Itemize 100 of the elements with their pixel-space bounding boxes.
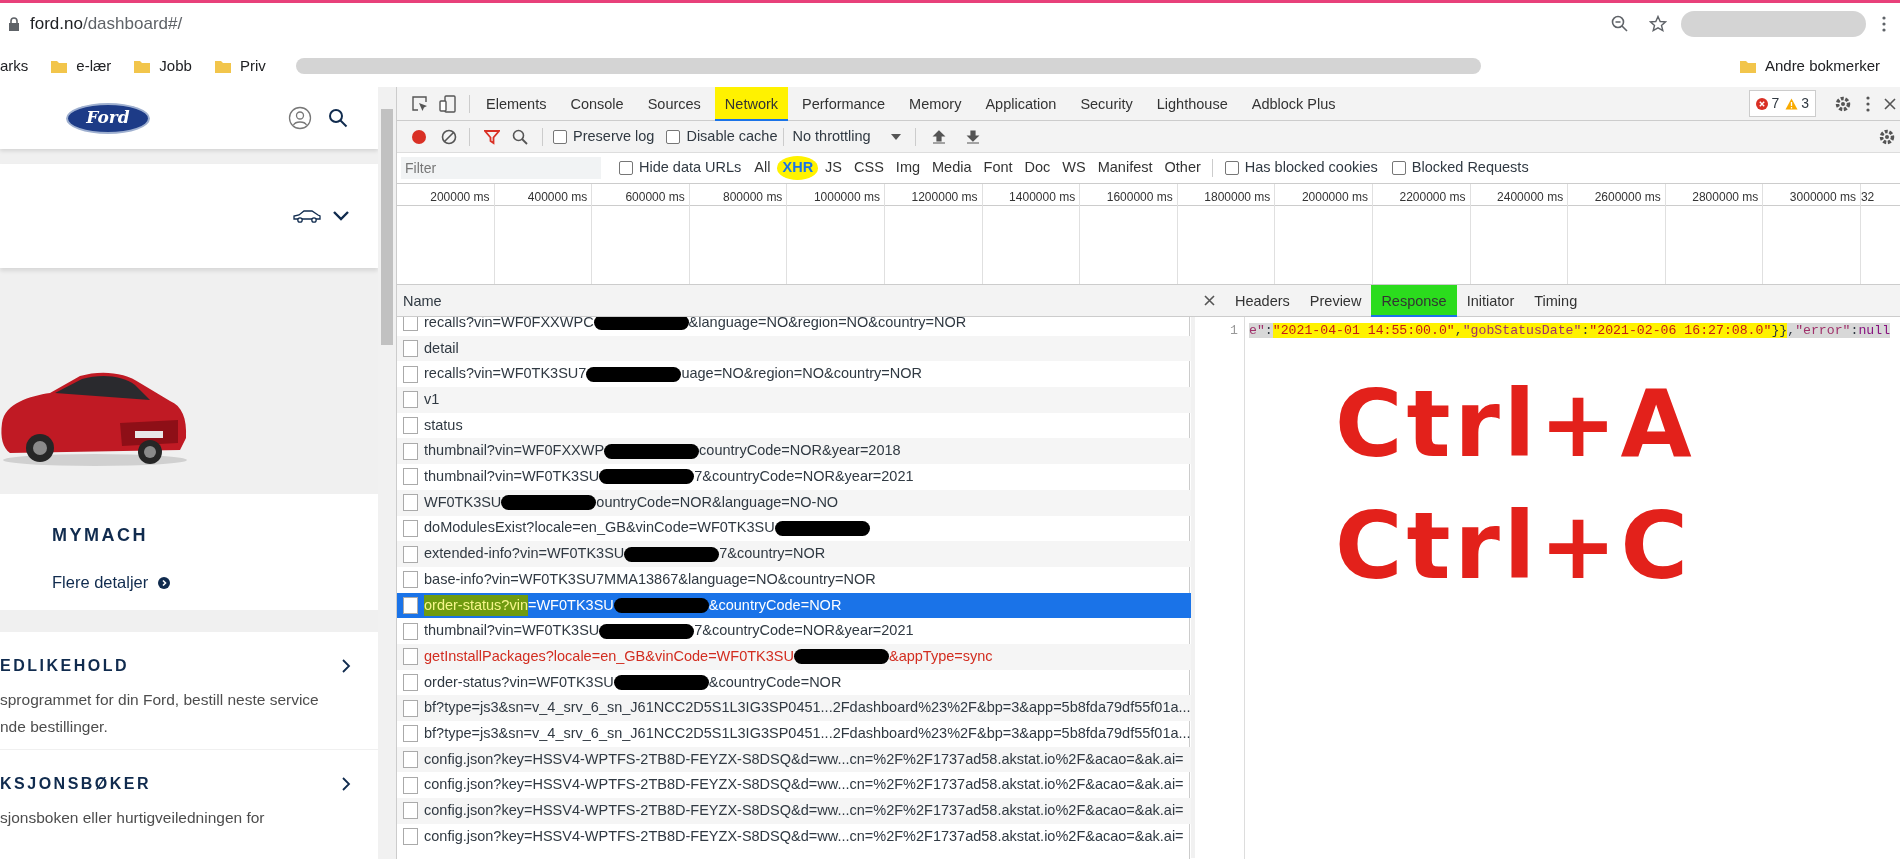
lock-icon: [8, 16, 20, 32]
request-name: bf?type=js3&sn=v_4_srv_6_sn_J61NCC2D5S1L3IG3SP0451...2Fdashboard%23%2F&bp=3&app=5b8fda79df55f01a...: [424, 723, 1191, 743]
detail-tab[interactable]: Timing: [1524, 284, 1588, 317]
inspect-icon[interactable]: [411, 94, 429, 113]
checkbox[interactable]: [553, 129, 567, 144]
devtools-tab[interactable]: Elements: [476, 86, 557, 121]
detail-tab[interactable]: Initiator: [1456, 284, 1525, 317]
request-row[interactable]: status: [397, 412, 1191, 439]
tick-label: 2200000 ms: [1399, 190, 1466, 204]
checkbox[interactable]: [1391, 161, 1406, 175]
tick-label: 32: [1860, 190, 1875, 204]
kebab-menu-icon[interactable]: [1882, 16, 1886, 32]
detail-tab[interactable]: Preview: [1299, 284, 1372, 317]
filter-type[interactable]: JS: [820, 156, 848, 180]
filter-icon[interactable]: [484, 128, 500, 145]
request-name: config.json?key=HSSV4-WPTFS-2TB8D-FEYZX-S8DSQ&d=ww...cn=%2F%2F1737ad58.akstat.io%2F&acao=&ak.ai=: [424, 801, 1184, 821]
request-name: order-status?vin: [424, 594, 528, 617]
request-row[interactable]: v1: [397, 387, 1191, 413]
star-icon[interactable]: [1649, 15, 1667, 33]
zoom-icon[interactable]: [1611, 15, 1629, 33]
tick-label: 1000000 ms: [813, 190, 880, 204]
settings-icon[interactable]: [1878, 127, 1896, 146]
scrollbar-thumb[interactable]: [381, 109, 393, 345]
upload-icon[interactable]: [931, 128, 946, 145]
filter-type[interactable]: XHR: [777, 156, 819, 180]
request-row[interactable]: getInstallPackages?locale=en_GB&vinCode=WF0TK3SU &appType=sync: [397, 643, 1191, 670]
request-row[interactable]: config.json?key=HSSV4-WPTFS-2TB8D-FEYZX-S8DSQ&d=ww...cn=%2F%2F1737ad58.akstat.io%2F&acao=&ak.ai=: [397, 823, 1191, 850]
issues-counter[interactable]: 7 3: [1749, 90, 1816, 117]
request-row[interactable]: bf?type=js3&sn=v_4_srv_6_sn_J61NCC2D5S1L3IG3SP0451...2Fdashboard%23%2F&bp=3&app=5b8fda79df55f01a...: [397, 695, 1191, 721]
devtools-tab[interactable]: Security: [1070, 86, 1143, 121]
folder-icon: [1738, 58, 1757, 74]
request-row[interactable]: order-status?vin=WF0TK3SU &countryCode=NOR: [397, 669, 1191, 696]
code-line: e":"2021-04-01 14:55:00.0","gobStatusDate":"2021-02-06 16:27:08.0"}},"error":null: [1248, 323, 1891, 338]
request-row[interactable]: base-info?vin=WF0TK3SU7MMA13867&language=NO&country=NOR: [397, 566, 1191, 593]
request-row[interactable]: config.json?key=HSSV4-WPTFS-2TB8D-FEYZX-S8DSQ&d=ww...cn=%2F%2F1737ad58.akstat.io%2F&acao=&ak.ai=: [397, 798, 1191, 824]
request-row[interactable]: thumbnail?vin=WF0TK3SU 7&countryCode=NOR&year=2021: [397, 464, 1191, 490]
devtools-tab[interactable]: Memory: [899, 86, 972, 121]
kebab-menu-icon[interactable]: [1866, 95, 1870, 112]
settings-icon[interactable]: [1834, 94, 1852, 113]
checkbox[interactable]: [666, 129, 681, 144]
filter-type[interactable]: Manifest: [1092, 156, 1158, 180]
request-row[interactable]: bf?type=js3&sn=v_4_srv_6_sn_J61NCC2D5S1L3IG3SP0451...2Fdashboard%23%2F&bp=3&app=5b8fda79df55f01a...: [397, 721, 1191, 747]
bookmark[interactable]: Priv: [239, 54, 266, 78]
detail-tab[interactable]: Response: [1371, 284, 1457, 317]
request-row[interactable]: WF0TK3SU ountryCode=NOR&language=NO-NO: [397, 489, 1191, 516]
filter-type[interactable]: Doc: [1019, 156, 1056, 180]
request-row[interactable]: config.json?key=HSSV4-WPTFS-2TB8D-FEYZX-S8DSQ&d=ww...cn=%2F%2F1737ad58.akstat.io%2F&acao=&ak.ai=: [397, 746, 1191, 773]
detail-tab[interactable]: Headers: [1225, 284, 1300, 317]
url-text[interactable]: ford.no/dashboard#/: [30, 11, 183, 37]
checkbox[interactable]: [1224, 161, 1239, 175]
file-icon: [403, 828, 418, 846]
chevron-down-icon[interactable]: [332, 210, 350, 222]
devtools-tab[interactable]: Sources: [637, 86, 711, 121]
request-row[interactable]: doModulesExist?locale=en_GB&vinCode=WF0TK3SU: [397, 515, 1191, 542]
bookmark[interactable]: e-lær: [76, 54, 112, 78]
filter-field[interactable]: Filter: [401, 157, 601, 179]
column-header[interactable]: Name: [403, 293, 442, 309]
close-icon[interactable]: [1204, 295, 1215, 306]
filter-type[interactable]: Other: [1159, 156, 1206, 180]
request-row[interactable]: thumbnail?vin=WF0FXXWP countryCode=NOR&year=2018: [397, 438, 1191, 465]
profile-icon[interactable]: [288, 106, 312, 131]
request-row[interactable]: recalls?vin=WF0FXXWPC &language=NO&region=NO&country=NOR: [397, 317, 1191, 336]
logo[interactable]: Ford: [66, 102, 150, 134]
record-icon[interactable]: [411, 128, 427, 145]
request-name: WF0TK3SU: [424, 492, 502, 512]
tick-label: 2600000 ms: [1594, 190, 1661, 204]
devtools-tab[interactable]: Performance: [792, 86, 896, 121]
request-row[interactable]: recalls?vin=WF0TK3SU7 uage=NO&region=NO&country=NOR: [397, 361, 1191, 388]
devtools-tab[interactable]: Lighthouse: [1146, 86, 1238, 121]
device-icon[interactable]: [439, 94, 457, 113]
filter-type[interactable]: WS: [1057, 156, 1091, 180]
filter-type[interactable]: Media: [927, 156, 977, 180]
devtools-tab[interactable]: Network: [714, 86, 789, 121]
checkbox[interactable]: [619, 161, 633, 175]
request-row[interactable]: order-status?vin=WF0TK3SU &countryCode=NOR: [397, 592, 1191, 619]
filter-type[interactable]: All: [749, 156, 776, 180]
arrow-circle-icon[interactable]: [158, 576, 171, 589]
bookmark[interactable]: arks: [0, 54, 29, 78]
request-row[interactable]: thumbnail?vin=WF0TK3SU 7&countryCode=NOR&year=2021: [397, 618, 1191, 644]
throttling-dropdown[interactable]: No throttling: [792, 125, 901, 148]
filter-type[interactable]: Img: [890, 156, 926, 180]
bookmark[interactable]: Andre bokmerker: [1764, 54, 1880, 78]
section-title: EDLIKEHOLD: [0, 655, 129, 676]
request-row[interactable]: extended-info?vin=WF0TK3SU 7&country=NOR: [397, 541, 1191, 567]
clear-icon[interactable]: [441, 128, 457, 145]
bookmark[interactable]: Jobb: [159, 54, 192, 78]
vehicle-name: MYMACH: [52, 524, 149, 548]
details-link[interactable]: Flere detaljer: [52, 570, 149, 595]
request-row[interactable]: detail: [397, 335, 1191, 362]
download-icon[interactable]: [965, 128, 980, 145]
request-row[interactable]: config.json?key=HSSV4-WPTFS-2TB8D-FEYZX-S8DSQ&d=ww...cn=%2F%2F1737ad58.akstat.io%2F&acao=&ak.ai=: [397, 772, 1191, 799]
search-icon[interactable]: [328, 108, 348, 129]
search-icon[interactable]: [512, 128, 528, 145]
section-title: KSJONSBØKER: [0, 773, 152, 794]
devtools-tab[interactable]: Console: [560, 86, 634, 121]
close-icon[interactable]: [1884, 97, 1896, 110]
filter-type[interactable]: CSS: [849, 156, 889, 180]
filter-type[interactable]: Font: [978, 156, 1018, 180]
devtools-tab[interactable]: Application: [975, 86, 1067, 121]
devtools-tab[interactable]: Adblock Plus: [1241, 86, 1346, 121]
